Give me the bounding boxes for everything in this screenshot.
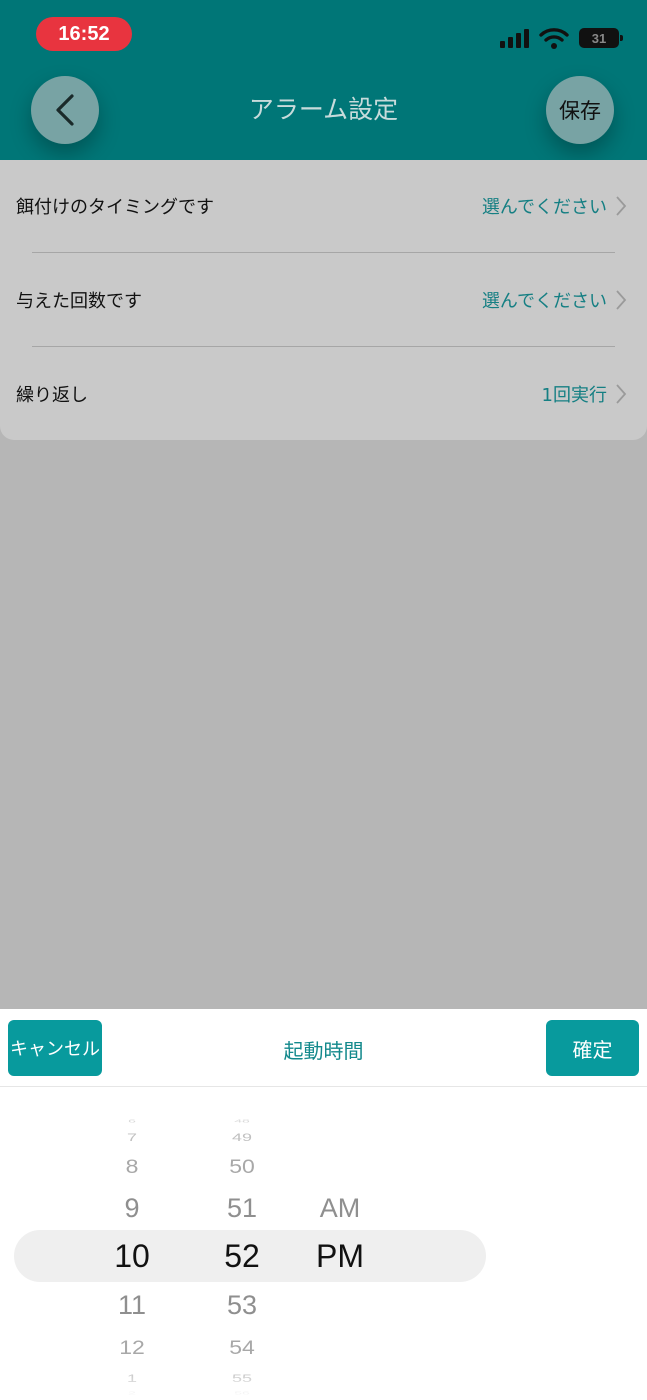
chevron-right-icon bbox=[616, 196, 627, 216]
minute-wheel[interactable]: 48 49 50 51 52 53 54 55 56 bbox=[202, 1087, 282, 1400]
hour-option[interactable]: 9 bbox=[92, 1193, 172, 1224]
minute-option[interactable]: 49 bbox=[202, 1131, 282, 1144]
minute-option-selected[interactable]: 52 bbox=[202, 1238, 282, 1275]
battery-level: 31 bbox=[591, 30, 607, 46]
time-picker[interactable]: 6 7 8 9 10 11 12 1 2 48 49 50 51 52 53 5… bbox=[0, 1087, 647, 1400]
picker-fade-top bbox=[0, 1087, 647, 1127]
row-value: 選んでください bbox=[481, 291, 607, 312]
repeat-row[interactable]: 繰り返し 1回実行 bbox=[0, 348, 647, 440]
minute-option[interactable]: 54 bbox=[202, 1336, 282, 1359]
period-option-selected[interactable]: PM bbox=[300, 1238, 380, 1275]
minute-option[interactable]: 50 bbox=[202, 1155, 282, 1178]
minute-option[interactable]: 53 bbox=[202, 1290, 282, 1321]
time-picker-sheet: キャンセル 起動時間 確定 6 7 8 9 10 11 12 1 2 48 49… bbox=[0, 1009, 647, 1400]
status-time: 16:52 bbox=[36, 17, 132, 51]
settings-card: 餌付けのタイミングです 選んでください 与えた回数です 選んでください 繰り返し… bbox=[0, 160, 647, 440]
hour-option[interactable]: 7 bbox=[92, 1131, 172, 1144]
hour-wheel[interactable]: 6 7 8 9 10 11 12 1 2 bbox=[92, 1087, 172, 1400]
feed-count-row[interactable]: 与えた回数です 選んでください bbox=[0, 254, 647, 346]
picker-fade-bottom bbox=[0, 1370, 647, 1400]
cellular-signal-icon bbox=[500, 28, 529, 48]
period-option[interactable]: AM bbox=[300, 1193, 380, 1224]
hour-option[interactable]: 8 bbox=[92, 1155, 172, 1178]
row-label: 与えた回数です bbox=[16, 291, 142, 312]
row-value: 1回実行 bbox=[541, 385, 607, 406]
row-label: 餌付けのタイミングです bbox=[16, 197, 214, 218]
divider bbox=[32, 252, 615, 253]
minute-option[interactable]: 51 bbox=[202, 1193, 282, 1224]
hour-option[interactable]: 12 bbox=[92, 1336, 172, 1359]
chevron-right-icon bbox=[616, 384, 627, 404]
divider bbox=[32, 346, 615, 347]
hour-option[interactable]: 11 bbox=[92, 1290, 172, 1321]
wifi-icon bbox=[539, 28, 569, 49]
top-bar: 16:52 31 アラーム設定 保存 bbox=[0, 0, 647, 160]
confirm-button[interactable]: 確定 bbox=[546, 1020, 639, 1076]
period-wheel[interactable]: AM PM bbox=[300, 1087, 380, 1400]
hour-option-selected[interactable]: 10 bbox=[92, 1238, 172, 1275]
battery-icon: 31 bbox=[579, 28, 623, 48]
status-icons: 31 bbox=[500, 24, 623, 52]
row-label: 繰り返し bbox=[16, 385, 88, 406]
chevron-right-icon bbox=[616, 290, 627, 310]
save-button[interactable]: 保存 bbox=[546, 76, 614, 144]
sheet-header: キャンセル 起動時間 確定 bbox=[0, 1009, 647, 1087]
row-value: 選んでください bbox=[481, 197, 607, 218]
feeding-timing-row[interactable]: 餌付けのタイミングです 選んでください bbox=[0, 160, 647, 252]
